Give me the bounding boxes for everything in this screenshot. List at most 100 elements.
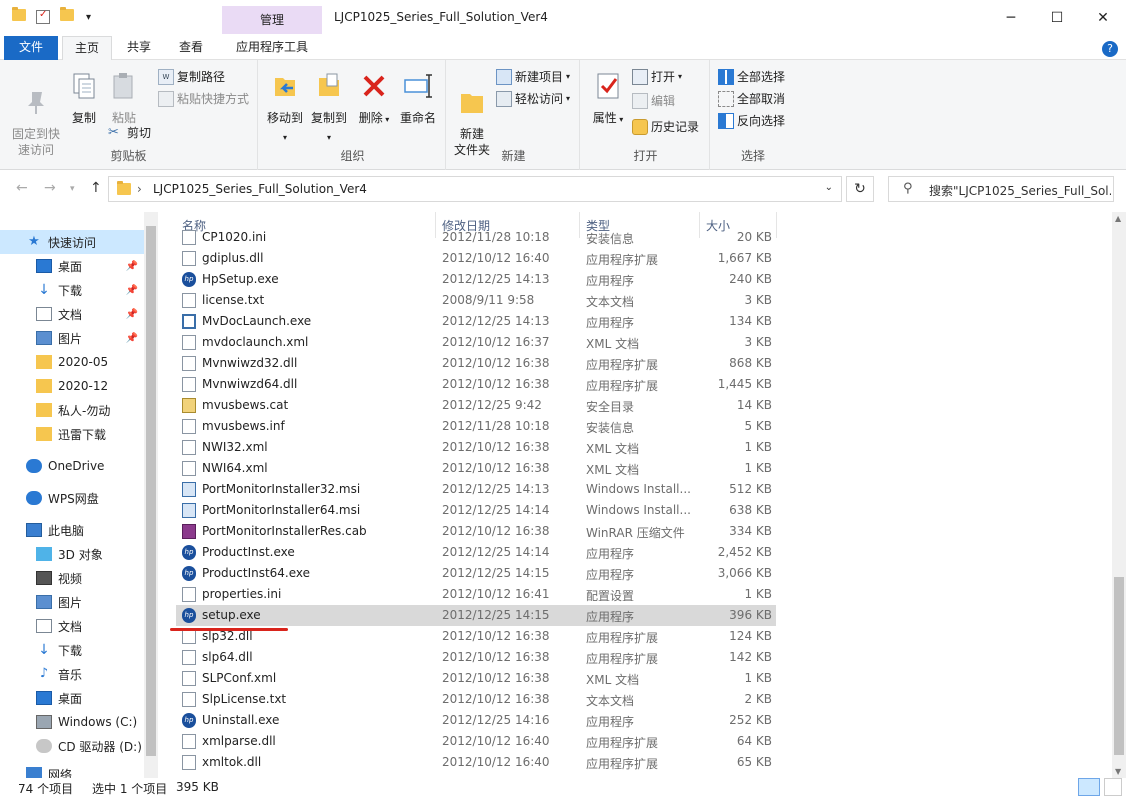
manage-contextual-tab[interactable]: 管理 xyxy=(222,6,322,34)
table-row[interactable]: mvusbews.cat 2012/12/25 9:42 安全目录 14 KB xyxy=(176,395,776,416)
tab-file[interactable]: 文件 xyxy=(4,36,58,60)
sidebar-item[interactable]: 2020-05 xyxy=(0,350,144,374)
properties-quick-icon[interactable]: ✓ xyxy=(36,9,50,24)
address-bar[interactable]: › LJCP1025_Series_Full_Solution_Ver4 ⌄ xyxy=(108,176,842,202)
copy-path-button[interactable]: W 复制路径 xyxy=(158,68,225,85)
invert-selection-button[interactable]: 反向选择 xyxy=(718,112,785,129)
table-row[interactable]: properties.ini 2012/10/12 16:41 配置设置 1 KB xyxy=(176,584,776,605)
file-list-scrollbar[interactable]: ▲ ▼ xyxy=(1112,212,1126,778)
table-row[interactable]: hp ProductInst64.exe 2012/12/25 14:15 应用程序 3… xyxy=(176,563,776,584)
sidebar-item[interactable]: 视频 xyxy=(0,566,144,590)
table-row[interactable]: PortMonitorInstallerRes.cab 2012/10/12 16… xyxy=(176,521,776,542)
recent-locations-chevron-icon[interactable]: ▾ xyxy=(70,184,75,194)
sidebar-item[interactable]: 文档 xyxy=(0,614,144,638)
sidebar-item[interactable]: CD 驱动器 (D:) xyxy=(0,734,144,758)
details-view-icon[interactable] xyxy=(1078,778,1100,796)
paste-button[interactable]: 粘贴 xyxy=(106,70,142,126)
table-row[interactable]: CP1020.ini 2012/11/28 10:18 安装信息 20 KB xyxy=(176,227,776,248)
table-row[interactable]: MvDocLaunch.exe 2012/12/25 14:13 应用程序 134 K… xyxy=(176,311,776,332)
properties-button[interactable]: 属性 ▾ xyxy=(588,70,628,128)
table-row[interactable]: NWI64.xml 2012/10/12 16:38 XML 文档 1 KB xyxy=(176,458,776,479)
sidebar-item[interactable]: ↓ 下载 📌 xyxy=(0,278,144,302)
table-row[interactable]: Mvnwiwzd64.dll 2012/10/12 16:38 应用程序扩展 1,44… xyxy=(176,374,776,395)
large-icons-view-icon[interactable] xyxy=(1104,778,1122,796)
new-folder-button[interactable]: 新建 文件夹 xyxy=(452,70,492,158)
table-row[interactable]: hp setup.exe 2012/12/25 14:15 应用程序 396 KB xyxy=(176,605,776,626)
search-box[interactable]: ⚲ 搜索"LJCP1025_Series_Full_Sol... xyxy=(888,176,1114,202)
address-history-chevron-icon[interactable]: ⌄ xyxy=(825,182,833,193)
easy-access-button[interactable]: 轻松访问 ▾ xyxy=(496,90,570,107)
search-input[interactable]: 搜索"LJCP1025_Series_Full_Sol... xyxy=(929,182,1111,199)
tab-home[interactable]: 主页 xyxy=(62,36,112,60)
close-button[interactable]: ✕ xyxy=(1080,0,1126,36)
sidebar-item[interactable]: ★ 快速访问 xyxy=(0,230,144,254)
pin-icon[interactable]: 📌 xyxy=(126,285,138,296)
table-row[interactable]: xmlparse.dll 2012/10/12 16:40 应用程序扩展 64 KB xyxy=(176,731,776,752)
sidebar-item[interactable]: Windows (C:) xyxy=(0,710,144,734)
table-row[interactable]: PortMonitorInstaller32.msi 2012/12/25 14:… xyxy=(176,479,776,500)
sidebar-item[interactable]: 私人-勿动 xyxy=(0,398,144,422)
tab-view[interactable]: 查看 xyxy=(168,36,214,60)
new-folder-quick-icon[interactable] xyxy=(60,7,74,21)
sidebar-item[interactable]: 图片 📌 xyxy=(0,326,144,350)
maximize-button[interactable]: ☐ xyxy=(1034,0,1080,36)
edit-button[interactable]: 编辑 xyxy=(632,92,675,109)
select-none-button[interactable]: 全部取消 xyxy=(718,90,785,107)
back-arrow-icon[interactable]: ← xyxy=(16,180,28,196)
copy-button[interactable]: 复制 xyxy=(66,70,102,126)
table-row[interactable]: hp Uninstall.exe 2012/12/25 14:16 应用程序 252 K… xyxy=(176,710,776,731)
table-row[interactable]: gdiplus.dll 2012/10/12 16:40 应用程序扩展 1,667 K… xyxy=(176,248,776,269)
refresh-button[interactable]: ↻ xyxy=(846,176,874,202)
forward-arrow-icon[interactable]: → xyxy=(44,180,56,196)
breadcrumb[interactable]: LJCP1025_Series_Full_Solution_Ver4 xyxy=(153,182,367,196)
table-row[interactable]: Mvnwiwzd32.dll 2012/10/12 16:38 应用程序扩展 868 … xyxy=(176,353,776,374)
cut-button[interactable]: ✂ 剪切 xyxy=(108,124,151,141)
sidebar-item[interactable]: 桌面 xyxy=(0,686,144,710)
sidebar-item[interactable]: 桌面 📌 xyxy=(0,254,144,278)
sidebar-item[interactable]: 此电脑 xyxy=(0,518,144,542)
file-list-scroll-thumb[interactable] xyxy=(1114,577,1124,755)
sidebar-item[interactable]: 迅雷下载 xyxy=(0,422,144,446)
sidebar-item[interactable]: ↓ 下载 xyxy=(0,638,144,662)
pin-icon[interactable]: 📌 xyxy=(126,309,138,320)
table-row[interactable]: xmltok.dll 2012/10/12 16:40 应用程序扩展 65 KB xyxy=(176,752,776,773)
sidebar-item[interactable]: 2020-12 xyxy=(0,374,144,398)
breadcrumb-chevron-icon[interactable]: › xyxy=(137,182,142,196)
table-row[interactable]: license.txt 2008/9/11 9:58 文本文档 3 KB xyxy=(176,290,776,311)
table-row[interactable]: PortMonitorInstaller64.msi 2012/12/25 14:… xyxy=(176,500,776,521)
up-arrow-icon[interactable]: ↑ xyxy=(90,180,102,196)
customize-quick-access-icon[interactable]: ▾ xyxy=(86,12,91,23)
copy-to-button[interactable]: 复制到 ▾ xyxy=(308,70,350,146)
history-button[interactable]: 历史记录 xyxy=(632,118,699,135)
rename-button[interactable]: 重命名 xyxy=(396,70,440,126)
table-row[interactable]: SlpLicense.txt 2012/10/12 16:38 文本文档 2 KB xyxy=(176,689,776,710)
tab-share[interactable]: 共享 xyxy=(116,36,162,60)
table-row[interactable]: slp64.dll 2012/10/12 16:38 应用程序扩展 142 KB xyxy=(176,647,776,668)
new-item-button[interactable]: 新建项目 ▾ xyxy=(496,68,570,85)
nav-scroll-thumb[interactable] xyxy=(146,226,156,756)
help-icon[interactable]: ? xyxy=(1102,41,1118,57)
open-button[interactable]: 打开 ▾ xyxy=(632,68,682,85)
pin-quick-access-button[interactable]: 固定到快 速访问 xyxy=(8,70,64,158)
table-row[interactable]: SLPConf.xml 2012/10/12 16:38 XML 文档 1 KB xyxy=(176,668,776,689)
table-row[interactable]: hp ProductInst.exe 2012/12/25 14:14 应用程序 2,4… xyxy=(176,542,776,563)
scroll-down-icon[interactable]: ▼ xyxy=(1115,767,1121,776)
table-row[interactable]: mvusbews.inf 2012/11/28 10:18 安装信息 5 KB xyxy=(176,416,776,437)
pin-icon[interactable]: 📌 xyxy=(126,333,138,344)
sidebar-item[interactable]: OneDrive xyxy=(0,454,144,478)
minimize-button[interactable]: ─ xyxy=(988,0,1034,36)
table-row[interactable]: mvdoclaunch.xml 2012/10/12 16:37 XML 文档 3 K… xyxy=(176,332,776,353)
table-row[interactable]: hp HpSetup.exe 2012/12/25 14:13 应用程序 240 KB xyxy=(176,269,776,290)
scroll-up-icon[interactable]: ▲ xyxy=(1115,214,1121,223)
paste-shortcut-button[interactable]: 粘贴快捷方式 xyxy=(158,90,249,107)
sidebar-item[interactable]: ♪ 音乐 xyxy=(0,662,144,686)
sidebar-item[interactable]: 网络 xyxy=(0,762,144,778)
select-all-button[interactable]: 全部选择 xyxy=(718,68,785,85)
nav-pane-scrollbar[interactable] xyxy=(144,212,158,778)
move-to-button[interactable]: 移动到 ▾ xyxy=(264,70,306,146)
sidebar-item[interactable]: WPS网盘 xyxy=(0,486,144,510)
table-row[interactable]: NWI32.xml 2012/10/12 16:38 XML 文档 1 KB xyxy=(176,437,776,458)
sidebar-item[interactable]: 图片 xyxy=(0,590,144,614)
tab-app-tools[interactable]: 应用程序工具 xyxy=(222,36,322,60)
sidebar-item[interactable]: 文档 📌 xyxy=(0,302,144,326)
